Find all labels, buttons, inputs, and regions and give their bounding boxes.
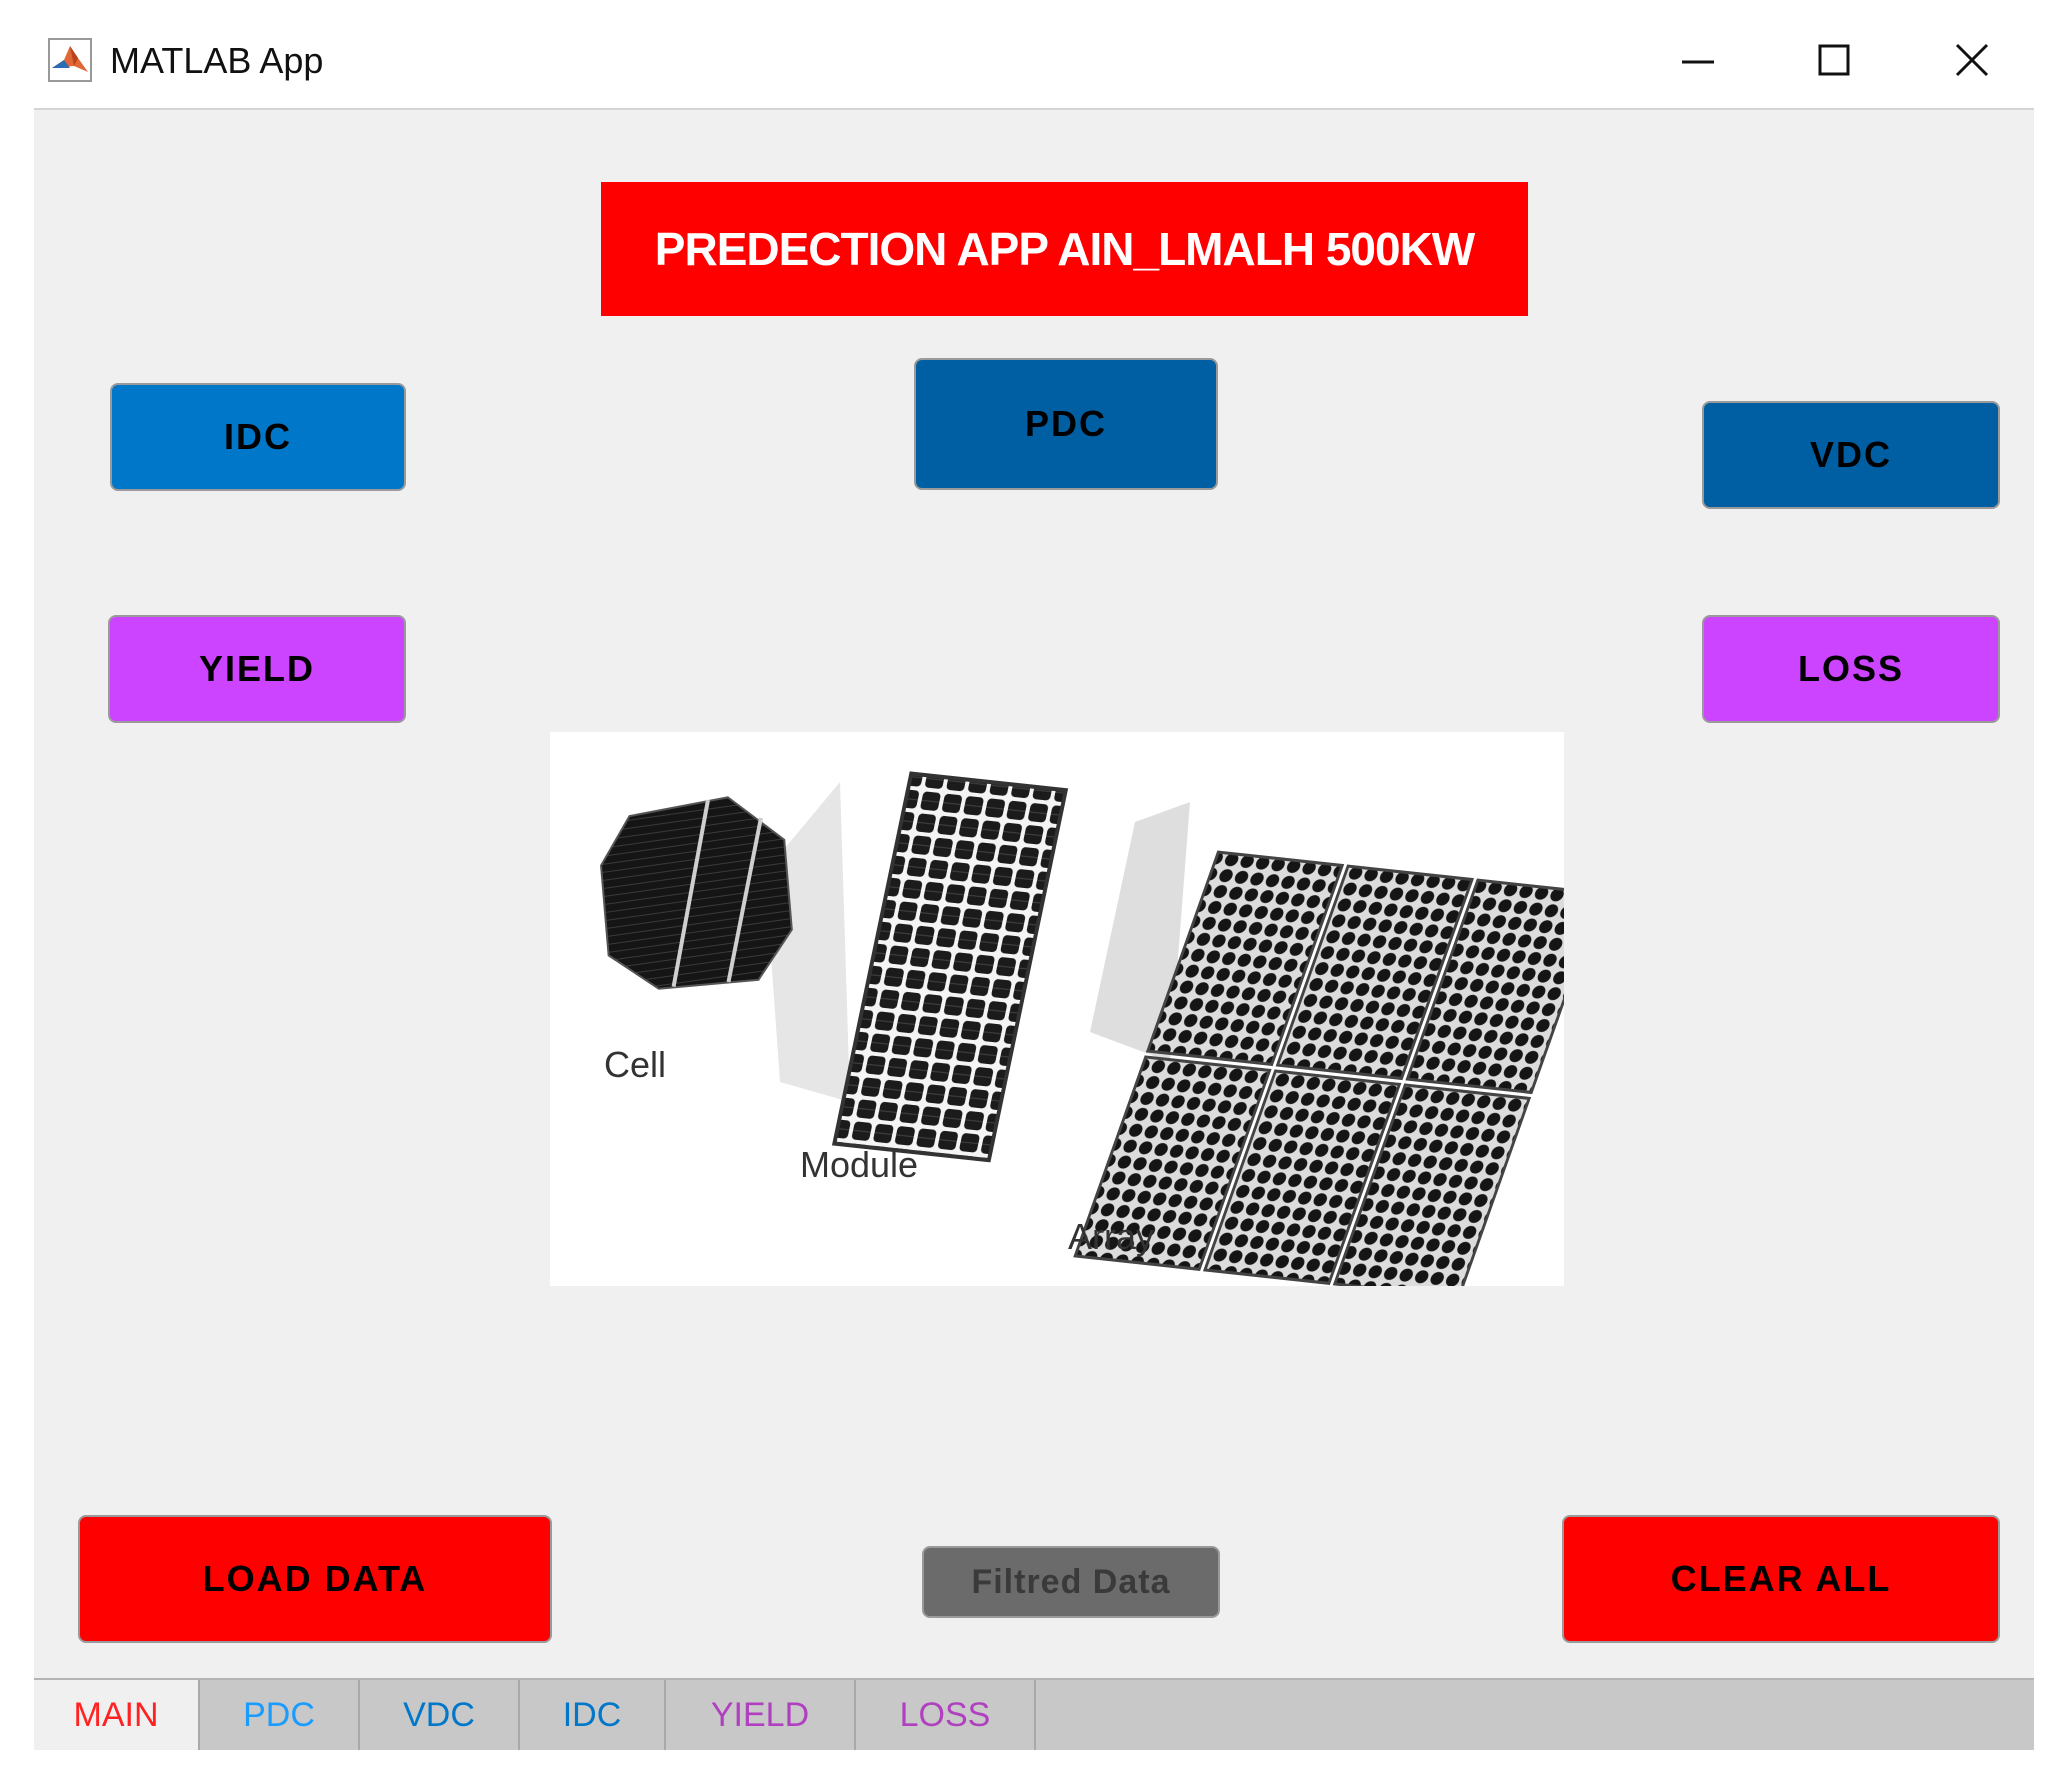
window-title: MATLAB App (110, 40, 324, 81)
tab-yield[interactable]: YIELD (666, 1680, 856, 1750)
title-bar[interactable]: MATLAB App (34, 0, 2034, 110)
module-label: Module (800, 1144, 919, 1185)
tab-bar: MAIN PDC VDC IDC YIELD LOSS (34, 1678, 2034, 1750)
loss-button[interactable]: LOSS (1702, 615, 2000, 723)
load-data-button[interactable]: LOAD DATA (78, 1515, 552, 1643)
yield-button[interactable]: YIELD (108, 615, 406, 723)
tab-pdc[interactable]: PDC (200, 1680, 360, 1750)
close-icon[interactable] (1940, 30, 2004, 90)
vdc-button[interactable]: VDC (1702, 401, 2000, 509)
matlab-app-window: MATLAB App PREDECTION APP AIN_LMALH 500K… (34, 0, 2034, 1750)
main-panel: PREDECTION APP AIN_LMALH 500KW IDC PDC V… (34, 110, 2034, 1750)
matlab-logo-icon (48, 38, 92, 82)
tab-main[interactable]: MAIN (34, 1680, 200, 1750)
tab-loss[interactable]: LOSS (856, 1680, 1036, 1750)
tab-idc[interactable]: IDC (520, 1680, 666, 1750)
pdc-button[interactable]: PDC (914, 358, 1218, 490)
tab-vdc[interactable]: VDC (360, 1680, 520, 1750)
clear-all-button[interactable]: CLEAR ALL (1562, 1515, 2000, 1643)
cell-label: Cell (604, 1044, 667, 1085)
solar-cell-module-array-image: Cell Module Array (550, 732, 1604, 1299)
solar-panels-illustration (600, 771, 1604, 1299)
minimize-icon[interactable] (1666, 30, 1730, 90)
filtred-data-button[interactable]: Filtred Data (922, 1546, 1220, 1618)
app-title-banner: PREDECTION APP AIN_LMALH 500KW (601, 182, 1528, 316)
idc-button[interactable]: IDC (110, 383, 406, 491)
array-label: Array (1068, 1216, 1155, 1257)
maximize-icon[interactable] (1802, 30, 1866, 90)
